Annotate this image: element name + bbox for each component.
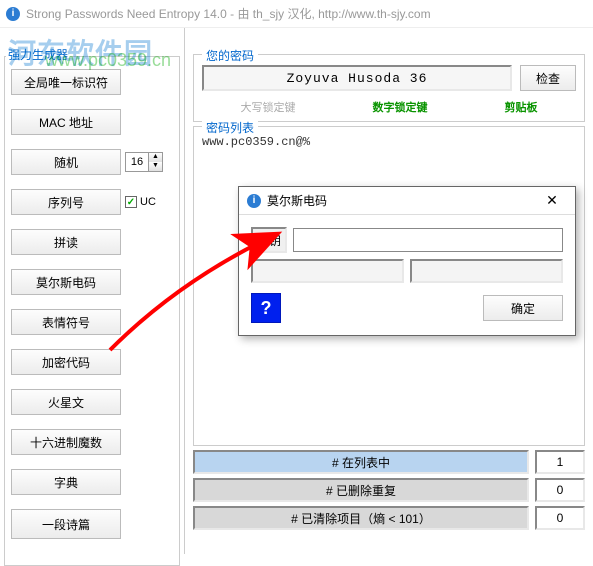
title-bar: i Strong Passwords Need Entropy 14.0 - 由…: [0, 0, 593, 28]
dialog-titlebar[interactable]: i 莫尔斯电码 ✕: [239, 187, 575, 215]
morse-dialog: i 莫尔斯电码 ✕ 密钥 ? 确定: [238, 186, 576, 336]
poem-button[interactable]: 一段诗篇: [11, 509, 121, 539]
app-icon: i: [6, 7, 20, 21]
stat-inlist-value: 1: [535, 450, 585, 474]
list-content: www.pc0359.cn@%: [202, 135, 576, 149]
sidebar-group-label: 强力生成器: [6, 46, 70, 63]
check-button[interactable]: 检查: [520, 65, 576, 91]
sidebar: 强力生成器 全局唯一标识符 MAC 地址 随机 16 ▲ ▼ 序列号 ✓ UC: [0, 28, 185, 554]
dialog-icon: i: [247, 194, 261, 208]
stat-dup-value: 0: [535, 478, 585, 502]
password-display: Zoyuva Husoda 36: [202, 65, 512, 91]
numlock-indicator: 数字锁定键: [373, 99, 428, 115]
stat-cleared-label: # 已清除项目（熵 < 101）: [193, 506, 529, 530]
uc-checkbox[interactable]: ✓ UC: [125, 196, 156, 208]
encrypt-button[interactable]: 加密代码: [11, 349, 121, 375]
martian-button[interactable]: 火星文: [11, 389, 121, 415]
list-group-label: 密码列表: [202, 119, 258, 136]
spinner-value: 16: [126, 156, 148, 168]
guid-button[interactable]: 全局唯一标识符: [11, 69, 121, 95]
clipboard-indicator: 剪贴板: [505, 99, 538, 115]
password-group: 您的密码 Zoyuva Husoda 36 检查 大写锁定键 数字锁定键 剪贴板: [193, 54, 585, 122]
length-spinner[interactable]: 16 ▲ ▼: [125, 152, 163, 172]
pinyin-button[interactable]: 拼读: [11, 229, 121, 255]
hexmagic-button[interactable]: 十六进制魔数: [11, 429, 121, 455]
dialog-title: 莫尔斯电码: [267, 192, 327, 209]
check-icon: ✓: [125, 196, 137, 208]
capslock-indicator: 大写锁定键: [241, 99, 296, 115]
stat-cleared-value: 0: [535, 506, 585, 530]
random-button[interactable]: 随机: [11, 149, 121, 175]
stat-dup-label: # 已删除重复: [193, 478, 529, 502]
spinner-up-icon[interactable]: ▲: [148, 153, 162, 162]
key-input[interactable]: [293, 228, 563, 252]
emoji-button[interactable]: 表情符号: [11, 309, 121, 335]
spinner-down-icon[interactable]: ▼: [148, 162, 162, 171]
output-field-2: [410, 259, 563, 283]
key-label: 密钥: [251, 227, 287, 253]
stat-inlist-label: # 在列表中: [193, 450, 529, 474]
output-field-1: [251, 259, 404, 283]
ok-button[interactable]: 确定: [483, 295, 563, 321]
help-button[interactable]: ?: [251, 293, 281, 323]
serial-button[interactable]: 序列号: [11, 189, 121, 215]
window-title: Strong Passwords Need Entropy 14.0 - 由 t…: [26, 5, 431, 22]
dict-button[interactable]: 字典: [11, 469, 121, 495]
mac-button[interactable]: MAC 地址: [11, 109, 121, 135]
password-group-label: 您的密码: [202, 47, 258, 64]
close-icon[interactable]: ✕: [537, 191, 567, 211]
uc-label: UC: [140, 196, 156, 208]
morse-button[interactable]: 莫尔斯电码: [11, 269, 121, 295]
